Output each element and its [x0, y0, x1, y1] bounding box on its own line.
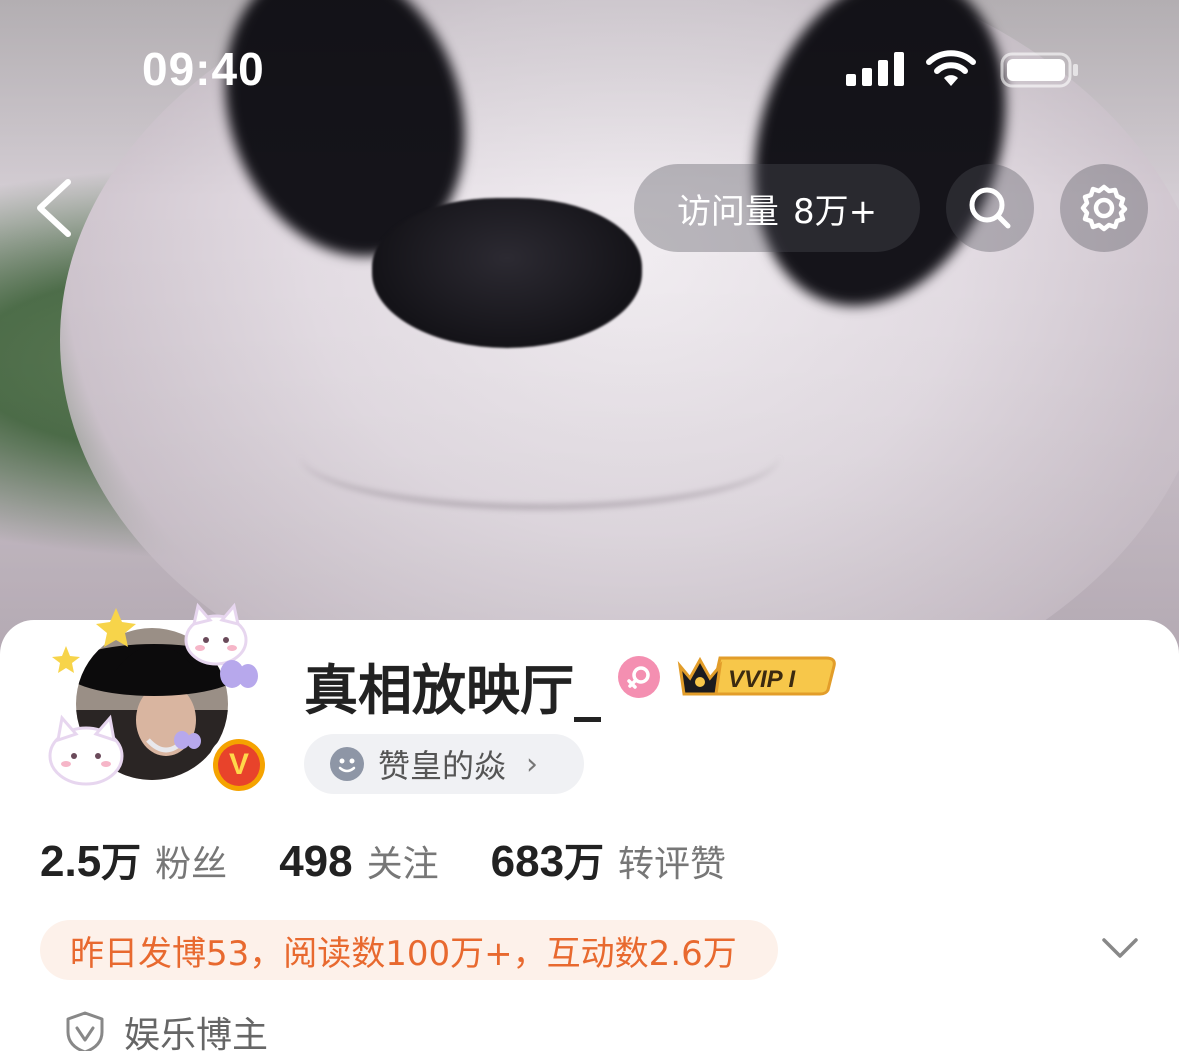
stat-number: 683 [490, 837, 565, 886]
stat-unit: 万 [101, 840, 142, 886]
stat-label: 转评赞 [618, 844, 727, 885]
stat-following[interactable]: 498 关注 [279, 835, 438, 887]
verified-badge-label: V [218, 744, 260, 786]
category-row[interactable]: 娱乐博主 [64, 1006, 268, 1051]
female-icon [618, 656, 660, 698]
stat-unit: 万 [564, 840, 605, 886]
daily-summary-text: 昨日发博53，阅读数100万+，互动数2.6万 [70, 933, 737, 974]
smiley-icon [330, 747, 364, 781]
daily-summary[interactable]: 昨日发博53，阅读数100万+，互动数2.6万 [40, 920, 778, 980]
category-label: 娱乐博主 [124, 1015, 269, 1051]
visits-label: 访问量 [676, 191, 779, 232]
stat-label: 粉丝 [155, 844, 228, 885]
stat-interactions[interactable]: 683 万 转评赞 [491, 830, 726, 888]
vip-badge[interactable]: VVIP I [676, 652, 838, 698]
chevron-right-icon: › [526, 746, 539, 782]
expand-chevron-down-icon[interactable] [1100, 934, 1140, 964]
visits-value: 8万+ [792, 191, 878, 232]
stat-number: 498 [279, 837, 353, 886]
cover-shade [0, 0, 1179, 660]
vip-badge-label: VVIP I [728, 666, 796, 693]
stat-label: 关注 [366, 844, 439, 885]
status-time: 09:40 [142, 43, 265, 95]
search-button[interactable] [946, 164, 1034, 252]
settings-button[interactable] [1060, 164, 1148, 252]
verified-badge[interactable]: V [208, 734, 270, 796]
fan-title-label: 赞皇的焱 [378, 747, 507, 785]
fan-title-pill[interactable]: 赞皇的焱 › [304, 734, 584, 794]
gear-icon [1080, 184, 1128, 232]
visits-button[interactable]: 访问量 8万+ [634, 164, 920, 252]
star-icon [52, 646, 80, 673]
username: 真相放映厅_ [304, 659, 601, 722]
battery-icon [1000, 52, 1078, 88]
back-button[interactable] [30, 178, 80, 238]
wifi-icon [926, 50, 976, 86]
cellular-signal-icon [846, 52, 906, 86]
shield-icon [66, 1011, 104, 1051]
search-icon [969, 187, 1011, 229]
stat-number: 2.5 [40, 837, 102, 886]
profile-cover-image[interactable] [0, 0, 1179, 660]
stat-followers[interactable]: 2.5 万 粉丝 [40, 830, 227, 888]
stats-row: 2.5 万 粉丝 498 关注 683 万 转评赞 [40, 830, 778, 890]
